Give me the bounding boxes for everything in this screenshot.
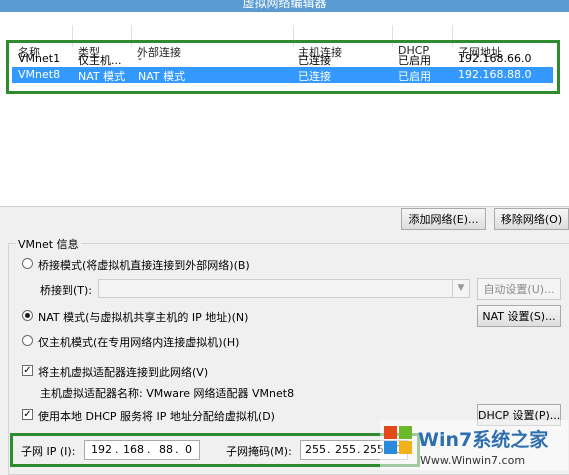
ip-dot: . (327, 443, 331, 456)
chevron-down-icon[interactable]: ▼ (452, 280, 469, 297)
host-only-mode-label[interactable]: 仅主机模式(在专用网络内连接虚拟机)(H) (38, 334, 239, 350)
subnet-ip-field[interactable]: 192 . 168 . 88 . 0 (84, 440, 200, 460)
ip-dot: . (147, 443, 151, 456)
vmnet-info-title: VMnet 信息 (16, 236, 81, 252)
ip-octet: 255 (305, 443, 326, 456)
nat-settings-button[interactable]: NAT 设置(S)... (477, 305, 561, 327)
watermark-logo: Win7系统之家 Www.Winwin7.com (380, 420, 568, 470)
ip-dot: . (357, 443, 361, 456)
annotation-highlight-box (6, 40, 560, 94)
watermark-brand: Win7系统之家 (418, 428, 549, 451)
ip-octet: 88 (159, 443, 173, 456)
auto-settings-button[interactable]: 自动设置(U)... (477, 278, 561, 300)
ip-octet: 168 (123, 443, 144, 456)
subnet-ip-label: 子网 IP (I): (21, 445, 76, 458)
bridge-mode-radio[interactable] (22, 258, 33, 269)
subnet-mask-label: 子网掩码(M): (226, 445, 292, 458)
bridge-mode-label[interactable]: 桥接模式(将虚拟机直接连接到外部网络)(B) (38, 257, 250, 273)
watermark-url: Www.Winwin7.com (420, 454, 525, 467)
connect-adapter-label[interactable]: 将主机虚拟适配器连接到此网络(V) (38, 364, 208, 380)
ip-octet: 255 (335, 443, 356, 456)
table-header: 名称 类型 外部连接 主机连接 DHCP 子网地址 (0, 24, 569, 59)
ip-octet: 0 (185, 443, 192, 456)
adapter-name-text: 主机虚拟适配器名称: VMware 网络适配器 VMnet8 (40, 387, 295, 400)
nat-mode-radio[interactable] (22, 310, 33, 321)
remove-network-button[interactable]: 移除网络(O) (494, 208, 569, 230)
connect-adapter-checkbox[interactable]: ✓ (22, 365, 33, 376)
ip-dot: . (175, 443, 179, 456)
add-network-button[interactable]: 添加网络(E)... (401, 208, 486, 230)
ip-octet: 192 (91, 443, 112, 456)
use-dhcp-checkbox[interactable]: ✓ (22, 409, 33, 420)
nat-mode-label[interactable]: NAT 模式(与虚拟机共享主机的 IP 地址)(N) (38, 309, 248, 325)
window-title: 虚拟网络编辑器 (242, 0, 327, 10)
title-bar: 虚拟网络编辑器 (0, 0, 569, 12)
host-only-mode-radio[interactable] (22, 335, 33, 346)
use-dhcp-label[interactable]: 使用本地 DHCP 服务将 IP 地址分配给虚拟机(D) (38, 408, 275, 424)
ip-dot: . (115, 443, 119, 456)
bridge-to-label: 桥接到(T): (40, 284, 93, 297)
bridge-to-select[interactable]: ▼ (98, 279, 470, 298)
